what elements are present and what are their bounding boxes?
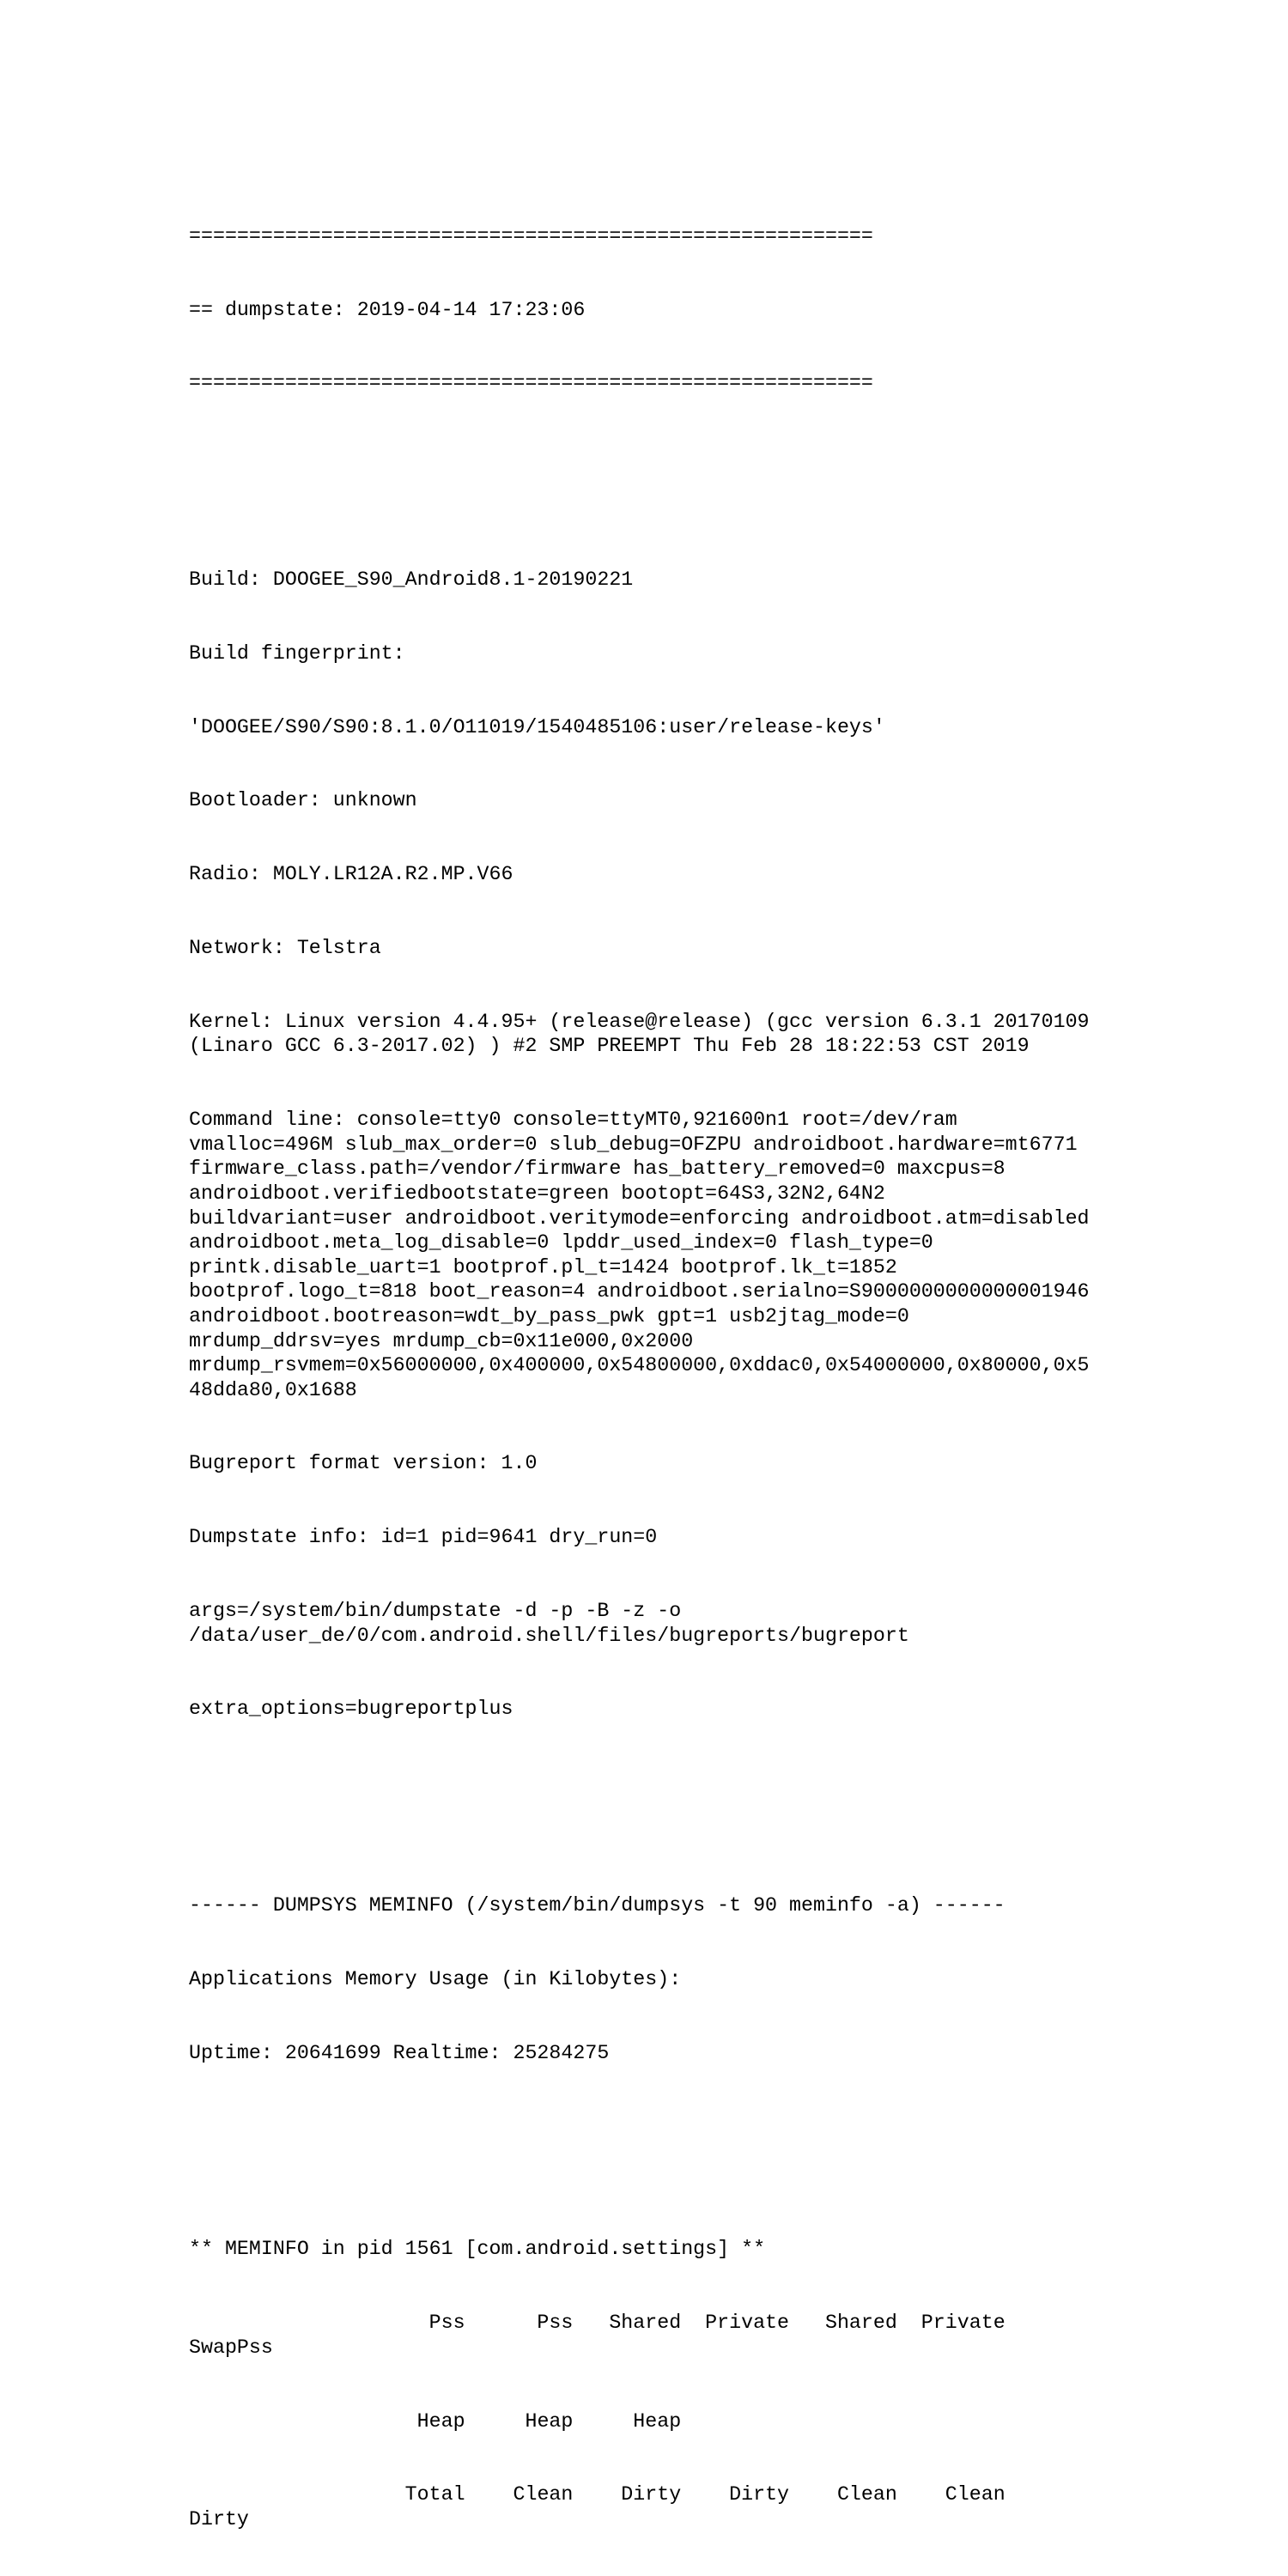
header-rule-top: ========================================… xyxy=(189,224,873,247)
meminfo-table-header-line-3: Total Clean Dirty Dirty Clean Clean Dirt… xyxy=(189,2483,1054,2530)
dumpstate-args-line: args=/system/bin/dumpstate -d -p -B -z -… xyxy=(189,1600,909,1647)
bugreport-text-body: ========================================… xyxy=(189,150,1096,2576)
build-fingerprint-value: 'DOOGEE/S90/S90:8.1.0/O11019/1540485106:… xyxy=(189,715,885,738)
document-page: ========================================… xyxy=(0,0,1288,2530)
header-dumpstate-title: == dumpstate: 2019-04-14 17:23:06 xyxy=(189,298,586,321)
header-rule-bottom: ========================================… xyxy=(189,372,873,395)
blank-line-2 xyxy=(189,1795,1096,1820)
meminfo-pid-banner: ** MEMINFO in pid 1561 [com.android.sett… xyxy=(189,2238,766,2261)
meminfo-table-header-line-1: Pss Pss Shared Private Shared Private Sw… xyxy=(189,2312,1030,2359)
kernel-line: Kernel: Linux version 4.4.95+ (release@r… xyxy=(189,1010,1102,1058)
build-line: Build: DOOGEE_S90_Android8.1-20190221 xyxy=(189,568,634,592)
radio-line: Radio: MOLY.LR12A.R2.MP.V66 xyxy=(189,863,513,886)
meminfo-table-header-line-2: Heap Heap Heap xyxy=(189,2409,682,2433)
build-fingerprint-label: Build fingerprint: xyxy=(189,641,405,665)
network-line: Network: Telstra xyxy=(189,937,381,959)
command-line: Command line: console=tty0 console=ttyMT… xyxy=(189,1109,1102,1401)
dumpsys-meminfo-banner: ------ DUMPSYS MEMINFO (/system/bin/dump… xyxy=(189,1894,1005,1917)
bugreport-format-version-line: Bugreport format version: 1.0 xyxy=(189,1452,538,1475)
uptime-realtime-line: Uptime: 20641699 Realtime: 25284275 xyxy=(189,2041,610,2064)
dumpstate-info-line: Dumpstate info: id=1 pid=9641 dry_run=0 xyxy=(189,1526,658,1549)
bootloader-line: Bootloader: unknown xyxy=(189,789,417,812)
blank-line-3 xyxy=(189,2139,1096,2164)
blank-line-1 xyxy=(189,470,1096,495)
applications-memory-usage-line: Applications Memory Usage (in Kilobytes)… xyxy=(189,1967,682,1990)
dumpstate-extra-options-line: extra_options=bugreportplus xyxy=(189,1698,513,1721)
